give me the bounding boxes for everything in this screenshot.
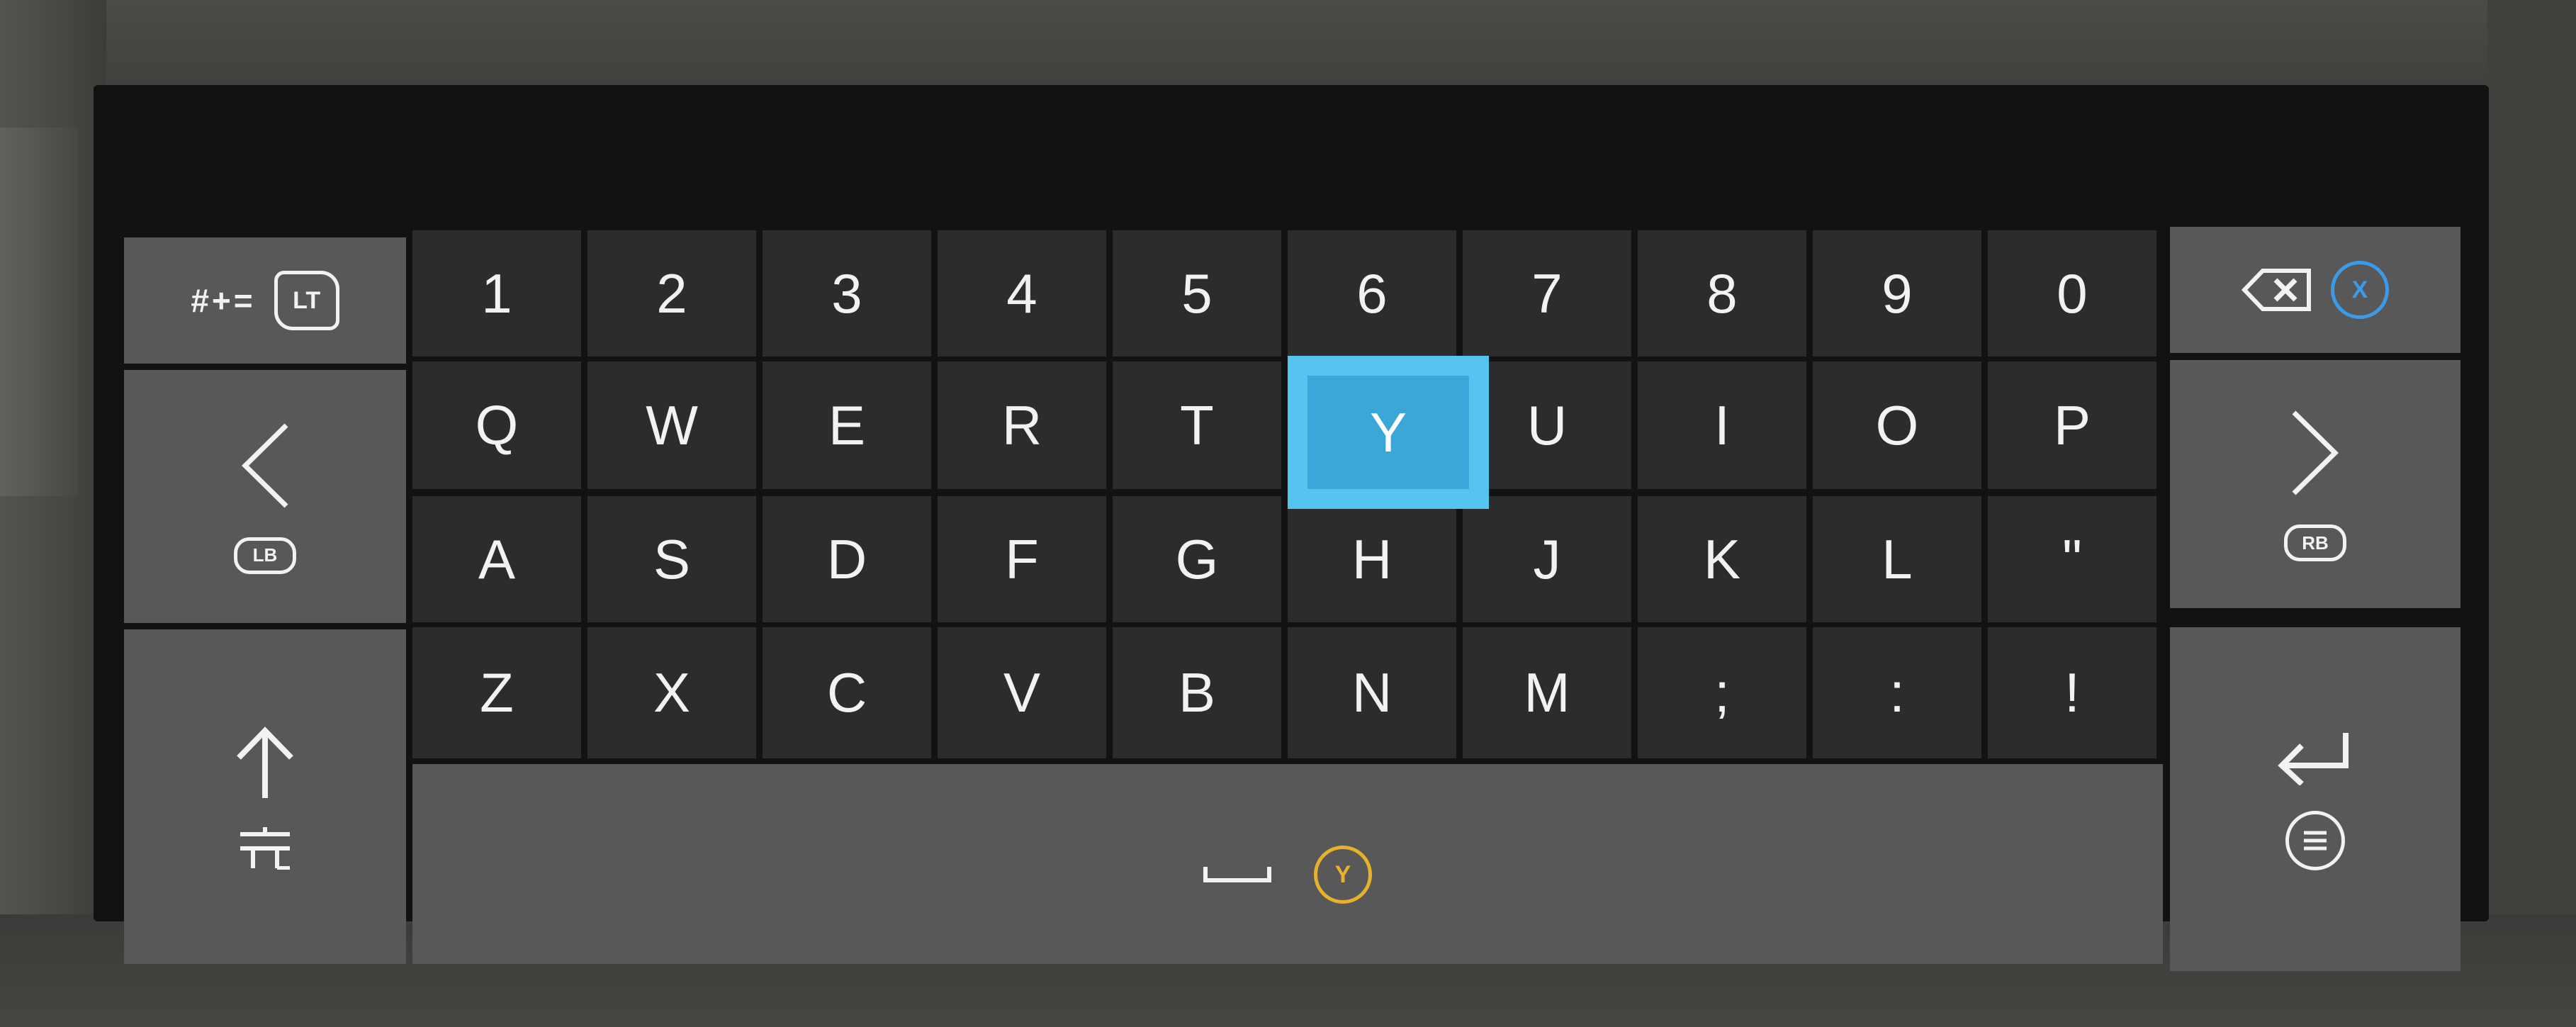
key-row1-9[interactable]: 9 — [1813, 230, 1981, 357]
key-row2-4[interactable]: R — [938, 361, 1106, 489]
symbols-key[interactable]: #+= LT — [124, 237, 406, 364]
lt-button-icon: LT — [274, 271, 339, 330]
x-button-icon: X — [2331, 261, 2389, 319]
key-row3-9[interactable]: L — [1813, 496, 1981, 622]
key-row3-2[interactable]: S — [587, 496, 756, 622]
key-row2-7[interactable]: U — [1463, 361, 1631, 489]
key-row1-4[interactable]: 4 — [938, 230, 1106, 357]
y-button-icon: Y — [1314, 846, 1372, 904]
key-row1-5[interactable]: 5 — [1113, 230, 1281, 357]
key-row4-9[interactable]: : — [1813, 627, 1981, 758]
rb-button-icon: RB — [2284, 524, 2346, 561]
key-row4-8[interactable]: ; — [1638, 627, 1806, 758]
backspace-key[interactable]: X — [2170, 227, 2460, 353]
key-row1-8[interactable]: 8 — [1638, 230, 1806, 357]
key-row4-10[interactable]: ! — [1988, 627, 2156, 758]
space-key[interactable]: Y — [412, 764, 2163, 964]
tv-bezel-top — [0, 0, 2576, 99]
key-row4-5[interactable]: B — [1113, 627, 1281, 758]
cursor-left-key[interactable]: LB — [124, 370, 406, 623]
tv-screen: #+= LT LB X RB Y 1 2 3 4 5 6 7 8 9 0 Q W… — [94, 85, 2489, 971]
key-row2-1[interactable]: Q — [412, 361, 581, 489]
key-row1-1[interactable]: 1 — [412, 230, 581, 357]
menu-icon — [2285, 810, 2345, 870]
key-row4-6[interactable]: N — [1288, 627, 1456, 758]
key-row4-1[interactable]: Z — [412, 627, 581, 758]
key-row2-3[interactable]: E — [763, 361, 931, 489]
key-row4-2[interactable]: X — [587, 627, 756, 758]
enter-key[interactable] — [2170, 627, 2460, 971]
key-row3-10[interactable]: " — [1988, 496, 2156, 622]
key-row2-10[interactable]: P — [1988, 361, 2156, 489]
key-row3-1[interactable]: A — [412, 496, 581, 622]
key-row1-7[interactable]: 7 — [1463, 230, 1631, 357]
key-row1-2[interactable]: 2 — [587, 230, 756, 357]
key-row1-10[interactable]: 0 — [1988, 230, 2156, 357]
key-row3-7[interactable]: J — [1463, 496, 1631, 622]
key-row3-3[interactable]: D — [763, 496, 931, 622]
key-row4-4[interactable]: V — [938, 627, 1106, 758]
key-row2-9[interactable]: O — [1813, 361, 1981, 489]
window-reflection — [0, 128, 78, 496]
key-row4-3[interactable]: C — [763, 627, 931, 758]
space-icon — [1203, 867, 1271, 882]
key-row3-5[interactable]: G — [1113, 496, 1281, 622]
tv-bezel-right — [2487, 0, 2576, 1027]
lb-button-icon: LB — [234, 537, 296, 574]
key-row2-6[interactable]: Y — [1288, 356, 1489, 509]
backspace-icon — [2242, 269, 2311, 311]
arrow-up-icon — [237, 726, 293, 798]
key-row2-2[interactable]: W — [587, 361, 756, 489]
key-row2-8[interactable]: I — [1638, 361, 1806, 489]
key-row3-4[interactable]: F — [938, 496, 1106, 622]
key-row1-3[interactable]: 3 — [763, 230, 931, 357]
enter-icon — [2278, 732, 2349, 785]
symbols-label: #+= — [191, 282, 256, 319]
chevron-right-icon — [2292, 410, 2339, 495]
key-row3-8[interactable]: K — [1638, 496, 1806, 622]
shift-key[interactable] — [124, 629, 406, 964]
key-row3-6[interactable]: H — [1288, 496, 1456, 622]
caps-lock-icon — [240, 827, 290, 870]
chevron-left-icon — [242, 423, 288, 507]
key-row4-7[interactable]: M — [1463, 627, 1631, 758]
key-row2-5[interactable]: T — [1113, 361, 1281, 489]
cursor-right-key[interactable]: RB — [2170, 360, 2460, 608]
key-row1-6[interactable]: 6 — [1288, 230, 1456, 357]
